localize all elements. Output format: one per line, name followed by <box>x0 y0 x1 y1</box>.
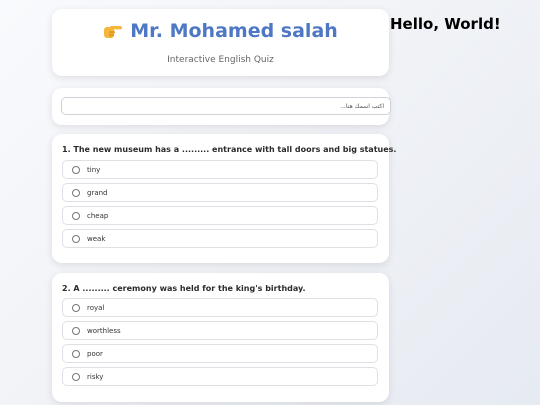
option-grand[interactable]: grand <box>62 183 378 202</box>
option-risky[interactable]: risky <box>62 367 378 386</box>
page-subtitle: Interactive English Quiz <box>167 55 274 65</box>
option-poor[interactable]: poor <box>62 344 378 363</box>
option-label: weak <box>87 234 106 243</box>
radio-button[interactable] <box>72 188 80 197</box>
radio-button[interactable] <box>72 326 80 335</box>
radio-button[interactable] <box>72 234 80 243</box>
question-text: 1. The new museum has a ......... entran… <box>62 145 397 154</box>
option-label: grand <box>87 188 108 197</box>
page-title: Mr. Mohamed salah <box>130 20 338 42</box>
hello-world-text: Hello, World! <box>390 15 501 33</box>
question-card-2: 2. A ......... ceremony was held for the… <box>52 273 389 402</box>
option-weak[interactable]: weak <box>62 229 378 248</box>
page-title-row: Mr. Mohamed salah <box>52 20 389 42</box>
radio-button[interactable] <box>72 303 80 312</box>
option-label: cheap <box>87 211 109 220</box>
option-worthless[interactable]: worthless <box>62 321 378 340</box>
name-card <box>52 88 391 125</box>
radio-button[interactable] <box>72 349 80 358</box>
radio-button[interactable] <box>72 165 80 174</box>
question-card-1: 1. The new museum has a ......... entran… <box>52 134 396 263</box>
option-label: worthless <box>87 326 121 335</box>
option-label: risky <box>87 372 104 381</box>
option-label: royal <box>87 303 105 312</box>
radio-button[interactable] <box>72 372 80 381</box>
option-label: poor <box>87 349 103 358</box>
option-label: tiny <box>87 165 101 174</box>
radio-button[interactable] <box>72 211 80 220</box>
option-tiny[interactable]: tiny <box>62 160 378 179</box>
name-input[interactable] <box>61 97 391 115</box>
header-card: Mr. Mohamed salah Interactive English Qu… <box>52 9 389 76</box>
option-cheap[interactable]: cheap <box>62 206 378 225</box>
question-text: 2. A ......... ceremony was held for the… <box>62 284 306 293</box>
pointing-hand-icon <box>103 23 123 39</box>
option-royal[interactable]: royal <box>62 298 378 317</box>
